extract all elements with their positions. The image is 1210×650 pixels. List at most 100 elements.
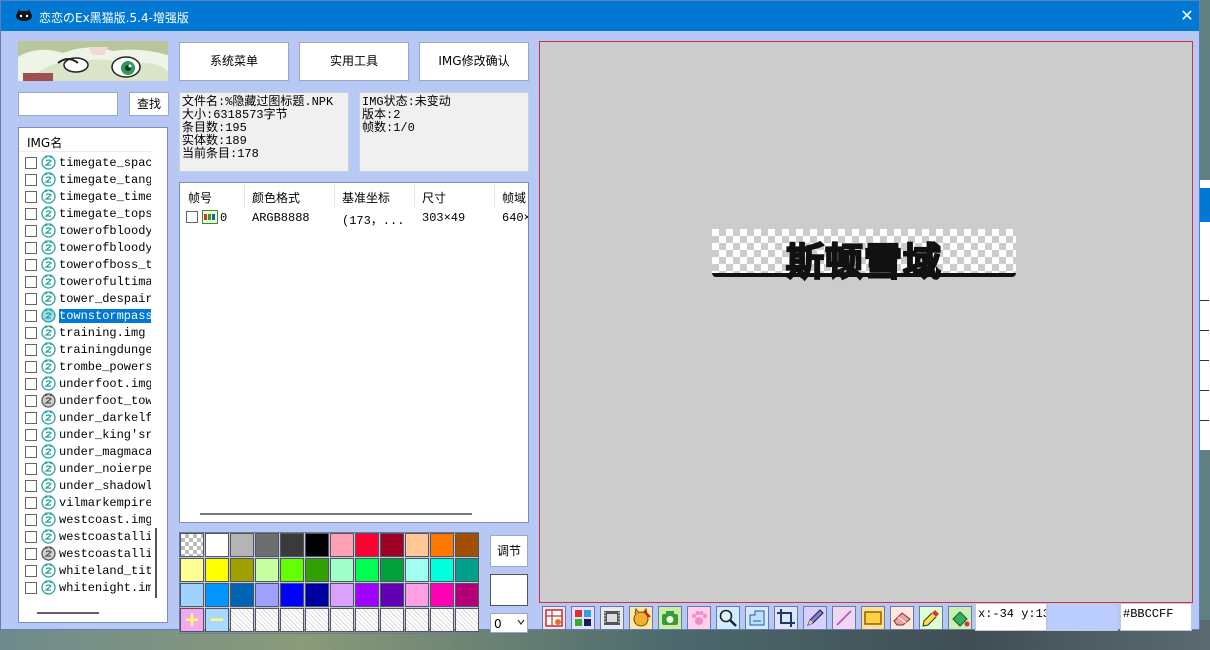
- palette-swatch[interactable]: [280, 558, 304, 582]
- img-item-checkbox[interactable]: [25, 514, 37, 526]
- move-icon[interactable]: [745, 606, 769, 630]
- img-list-item[interactable]: westcoastalli: [25, 528, 153, 545]
- img-list-vertical-scrollbar[interactable]: [155, 528, 157, 598]
- palette-swatch[interactable]: [405, 583, 429, 607]
- img-item-checkbox[interactable]: [25, 293, 37, 305]
- palette-swatch[interactable]: [305, 558, 329, 582]
- empty-palette-swatch[interactable]: [230, 608, 254, 632]
- img-list-item[interactable]: under_king'sr: [25, 426, 153, 443]
- current-color-box[interactable]: [490, 574, 528, 606]
- empty-palette-swatch[interactable]: [455, 608, 479, 632]
- img-list-item[interactable]: timegate_spac: [25, 154, 153, 171]
- empty-palette-swatch[interactable]: [355, 608, 379, 632]
- eyedropper-icon[interactable]: [919, 606, 943, 630]
- palette-swatch[interactable]: [380, 558, 404, 582]
- img-item-checkbox[interactable]: [25, 429, 37, 441]
- palette-swatch[interactable]: [280, 583, 304, 607]
- search-input[interactable]: [18, 92, 118, 116]
- palette-swatch[interactable]: [255, 583, 279, 607]
- palette-swatch[interactable]: [430, 533, 454, 557]
- palette-swatch[interactable]: [280, 533, 304, 557]
- img-list-item[interactable]: timegate_tops: [25, 205, 153, 222]
- frame-size-cell[interactable]: 303×49: [422, 211, 465, 225]
- cat-edit-icon[interactable]: [629, 606, 653, 630]
- img-list-item[interactable]: townstormpass: [25, 307, 153, 324]
- column-base-coord[interactable]: 基准坐标: [342, 189, 390, 206]
- palette-swatch[interactable]: [205, 583, 229, 607]
- frame-domain-cell[interactable]: 640×: [502, 211, 528, 225]
- palette-swatch[interactable]: [455, 583, 479, 607]
- img-list-item[interactable]: underfoot_tow: [25, 392, 153, 409]
- palette-swatch[interactable]: [305, 583, 329, 607]
- img-item-checkbox[interactable]: [25, 395, 37, 407]
- img-item-checkbox[interactable]: [25, 531, 37, 543]
- column-size[interactable]: 尺寸: [422, 189, 446, 206]
- remove-color-button[interactable]: −: [205, 608, 229, 632]
- frame-table[interactable]: 帧号 颜色格式 基准坐标 尺寸 帧域 0 ARGB8888 (173，... 3…: [179, 182, 529, 523]
- palette-swatch[interactable]: [430, 583, 454, 607]
- palette-swatch[interactable]: [180, 558, 204, 582]
- palette-swatch[interactable]: [205, 558, 229, 582]
- palette-swatch[interactable]: [430, 558, 454, 582]
- column-frame-domain[interactable]: 帧域: [502, 189, 526, 206]
- close-icon[interactable]: ✕: [1177, 6, 1197, 26]
- add-color-button[interactable]: +: [180, 608, 204, 632]
- palette-swatch[interactable]: [180, 533, 204, 557]
- empty-palette-swatch[interactable]: [380, 608, 404, 632]
- palette-swatch[interactable]: [255, 533, 279, 557]
- palette-swatch[interactable]: [180, 583, 204, 607]
- img-item-checkbox[interactable]: [25, 191, 37, 203]
- palette-swatch[interactable]: [230, 558, 254, 582]
- pencil-icon[interactable]: [803, 606, 827, 630]
- frame-table-scrollbar[interactable]: [200, 513, 472, 515]
- tools-button[interactable]: 实用工具: [299, 42, 409, 81]
- img-item-checkbox[interactable]: [25, 565, 37, 577]
- img-list-item[interactable]: timegate_time: [25, 188, 153, 205]
- rectangle-icon[interactable]: [861, 606, 885, 630]
- empty-palette-swatch[interactable]: [430, 608, 454, 632]
- img-item-checkbox[interactable]: [25, 378, 37, 390]
- system-menu-button[interactable]: 系统菜单: [179, 42, 289, 81]
- eraser-icon[interactable]: [890, 606, 914, 630]
- empty-palette-swatch[interactable]: [255, 608, 279, 632]
- palette-swatch[interactable]: [205, 533, 229, 557]
- img-item-checkbox[interactable]: [25, 259, 37, 271]
- img-item-checkbox[interactable]: [25, 361, 37, 373]
- film-icon[interactable]: [600, 606, 624, 630]
- img-list-horizontal-scrollbar[interactable]: [37, 612, 99, 614]
- frame-base-cell[interactable]: (173，...: [342, 211, 404, 228]
- img-list-item[interactable]: vilmarkempire: [25, 494, 153, 511]
- palette-swatch[interactable]: [255, 558, 279, 582]
- column-color-format[interactable]: 颜色格式: [252, 189, 300, 206]
- img-list-item[interactable]: westcoast.img: [25, 511, 153, 528]
- preview-canvas[interactable]: 斯顿雪域: [539, 41, 1193, 603]
- img-list-item[interactable]: trombe_powers: [25, 358, 153, 375]
- img-item-checkbox[interactable]: [25, 174, 37, 186]
- empty-palette-swatch[interactable]: [280, 608, 304, 632]
- palette-swatch[interactable]: [380, 533, 404, 557]
- img-item-checkbox[interactable]: [25, 157, 37, 169]
- palette-swatch[interactable]: [380, 583, 404, 607]
- img-item-checkbox[interactable]: [25, 276, 37, 288]
- palette-swatch[interactable]: [330, 558, 354, 582]
- palette-swatch[interactable]: [330, 533, 354, 557]
- img-list-item[interactable]: westcoastalli: [25, 545, 153, 562]
- img-item-checkbox[interactable]: [25, 548, 37, 560]
- column-frame-index[interactable]: 帧号: [188, 189, 212, 206]
- img-item-checkbox[interactable]: [25, 412, 37, 424]
- adjust-button[interactable]: 调节: [490, 535, 528, 567]
- frame-grid-icon[interactable]: [542, 606, 566, 630]
- img-list-item[interactable]: trainingdunge: [25, 341, 153, 358]
- palette-swatch[interactable]: [355, 558, 379, 582]
- line-icon[interactable]: [832, 606, 856, 630]
- magnifier-icon[interactable]: [716, 606, 740, 630]
- img-list-item[interactable]: under_noierpe: [25, 460, 153, 477]
- img-item-checkbox[interactable]: [25, 463, 37, 475]
- img-list-item[interactable]: timegate_tang: [25, 171, 153, 188]
- palette-swatch[interactable]: [305, 533, 329, 557]
- img-item-checkbox[interactable]: [25, 480, 37, 492]
- img-list-item[interactable]: tower_despair: [25, 290, 153, 307]
- palette-swatch[interactable]: [230, 533, 254, 557]
- palette-swatch[interactable]: [405, 533, 429, 557]
- img-item-checkbox[interactable]: [25, 310, 37, 322]
